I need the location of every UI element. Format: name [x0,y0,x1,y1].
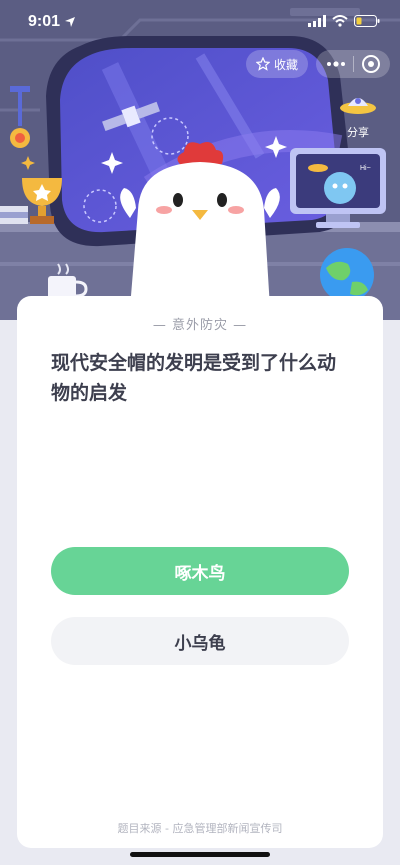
answer-option-1[interactable]: 啄木鸟 [51,547,349,595]
question-line-1: 现代安全帽的发明是受到了什么动 [51,352,337,374]
battery-icon [354,15,380,27]
svg-text:Hi~: Hi~ [360,165,371,172]
mini-program-capsule: 收藏 [245,50,390,78]
signal-icon [308,15,326,27]
home-indicator [130,852,270,857]
share-button[interactable]: 分享 [334,92,382,140]
share-label: 分享 [347,126,369,139]
quiz-card: — 意外防灾 — 现代安全帽的发明是受到了什么动 物的启发 啄木鸟 小乌龟 题目… [17,296,383,848]
monitor-illustration: Hi~ [290,148,386,228]
menu-capsule [316,50,390,78]
wifi-icon [332,15,348,27]
answer-option-2[interactable]: 小乌龟 [51,617,349,665]
quiz-category: — 意外防灾 — [152,318,248,333]
header-scene: Hi~ 9:01 收藏 分享 [0,0,400,320]
status-indicators [308,15,380,27]
capsule-divider [352,56,354,72]
question-source: 题目来源 - 应急管理部新闻宣传司 [117,822,283,835]
more-icon[interactable] [326,61,346,67]
close-target-icon[interactable] [361,54,381,74]
star-icon [255,57,270,71]
location-arrow-icon [65,17,75,27]
status-bar: 9:01 [0,0,400,44]
trophy-icon [0,86,62,224]
question-line-2: 物的启发 [51,382,128,404]
quiz-question: 现代安全帽的发明是受到了什么动 物的启发 [51,348,351,408]
status-time: 9:01 [28,13,61,30]
chicken-mascot [120,142,280,308]
favorite-label: 收藏 [273,57,298,72]
favorite-button[interactable]: 收藏 [245,50,308,78]
ufo-icon [340,98,376,114]
